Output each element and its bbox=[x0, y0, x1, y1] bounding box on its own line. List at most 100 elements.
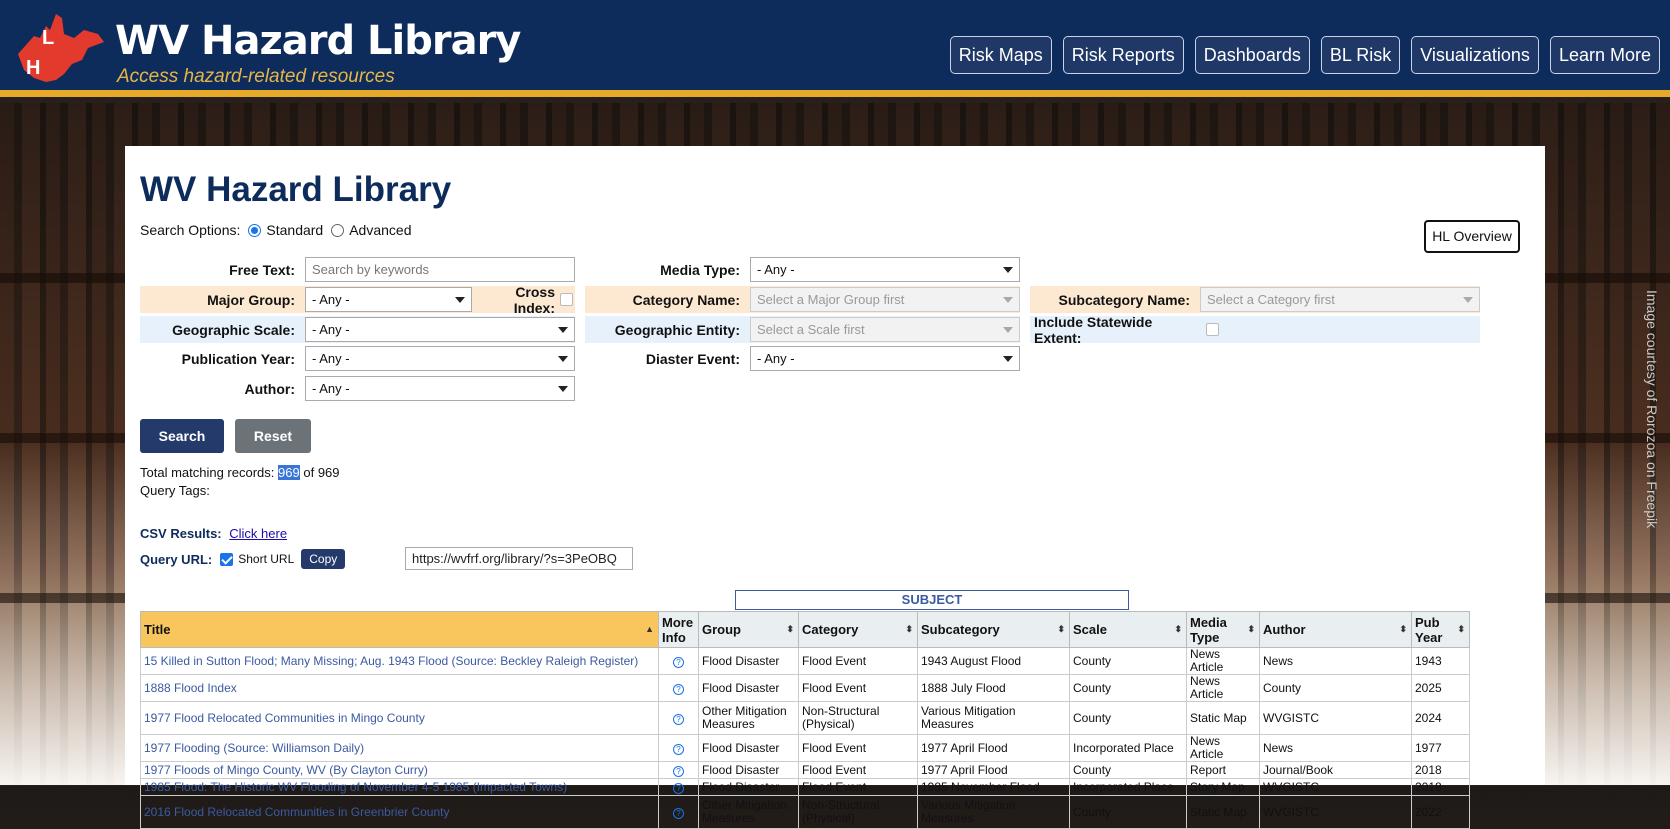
row-title-link[interactable]: 1977 Floods of Mingo County, WV (By Clay… bbox=[140, 761, 659, 779]
row-year: 2024 bbox=[1411, 701, 1470, 735]
col-media-type[interactable]: Media Type ⬍ bbox=[1186, 611, 1260, 648]
category-row: Category Name: Select a Major Group firs… bbox=[585, 286, 1020, 313]
search-options-label: Search Options: bbox=[140, 222, 241, 238]
geo-scale-select[interactable]: - Any - bbox=[305, 317, 575, 342]
author-select[interactable]: - Any - bbox=[305, 376, 575, 401]
free-text-input[interactable]: Search by keywords bbox=[305, 257, 575, 282]
row-scale: County bbox=[1069, 701, 1187, 735]
sort-asc-icon: ▲ bbox=[645, 624, 654, 634]
question-icon[interactable]: ? bbox=[673, 743, 684, 755]
chevron-down-icon bbox=[1463, 296, 1473, 303]
hl-overview-button[interactable]: HL Overview bbox=[1424, 220, 1520, 253]
row-title-link[interactable]: 1888 Flood Index bbox=[140, 674, 659, 702]
nav-dashboards[interactable]: Dashboards bbox=[1194, 36, 1310, 74]
row-title-link[interactable]: 1977 Flooding (Source: Williamson Daily) bbox=[140, 734, 659, 762]
media-type-label: Media Type: bbox=[660, 261, 740, 278]
advanced-radio[interactable] bbox=[331, 223, 345, 237]
chevron-down-icon bbox=[1003, 355, 1013, 362]
top-nav: Risk Maps Risk Reports Dashboards BL Ris… bbox=[949, 36, 1660, 74]
row-title-link[interactable]: 2016 Flood Relocated Communities in Gree… bbox=[140, 795, 659, 829]
sort-icon: ⬍ bbox=[905, 624, 913, 634]
question-icon[interactable]: ? bbox=[673, 782, 684, 794]
author-value: - Any - bbox=[312, 381, 350, 396]
question-icon[interactable]: ? bbox=[673, 713, 684, 725]
sort-icon: ⬍ bbox=[1399, 624, 1407, 634]
category-select[interactable]: Select a Major Group first bbox=[750, 287, 1020, 312]
search-button[interactable]: Search bbox=[140, 419, 224, 453]
cross-index-checkbox[interactable] bbox=[560, 293, 573, 306]
chevron-down-icon bbox=[1003, 266, 1013, 273]
row-subcategory: Various Mitigation Measures bbox=[917, 795, 1070, 829]
question-icon[interactable]: ? bbox=[673, 765, 684, 777]
col-group[interactable]: Group ⬍ bbox=[698, 611, 799, 648]
site-header: H L WV Hazard Library Access hazard-rela… bbox=[0, 0, 1670, 97]
row-subcategory: 1888 July Flood bbox=[917, 674, 1070, 702]
csv-results: CSV Results: Click here bbox=[140, 526, 287, 541]
more-info-cell: ? bbox=[658, 734, 699, 762]
major-group-value: - Any - bbox=[312, 292, 350, 307]
nav-risk-maps[interactable]: Risk Maps bbox=[949, 36, 1052, 74]
standard-label[interactable]: Standard bbox=[266, 222, 323, 238]
row-title-link[interactable]: 1985 Flood: The Historic WV Flooding of … bbox=[140, 778, 659, 796]
table-row: 1977 Flooding (Source: Williamson Daily)… bbox=[140, 734, 1470, 762]
more-info-cell: ? bbox=[658, 674, 699, 702]
question-icon[interactable]: ? bbox=[673, 656, 684, 668]
csv-link[interactable]: Click here bbox=[229, 526, 287, 541]
row-title-link[interactable]: 15 Killed in Sutton Flood; Many Missing;… bbox=[140, 647, 659, 675]
more-info-cell: ? bbox=[658, 761, 699, 779]
col-media-type-label: Media Type bbox=[1190, 614, 1227, 645]
table-row: 2016 Flood Relocated Communities in Gree… bbox=[140, 795, 1470, 829]
col-pub-year[interactable]: Pub Year ⬍ bbox=[1411, 611, 1470, 648]
author-row: Author: - Any - bbox=[140, 375, 575, 402]
geo-entity-select[interactable]: Select a Scale first bbox=[750, 317, 1020, 342]
row-subcategory: 1977 April Flood bbox=[917, 761, 1070, 779]
col-more-info: More Info bbox=[658, 611, 699, 648]
wv-logo-icon[interactable]: H L bbox=[12, 8, 108, 90]
media-type-select[interactable]: - Any - bbox=[750, 257, 1020, 282]
row-author: WVGISTC bbox=[1259, 778, 1412, 796]
standard-radio[interactable] bbox=[248, 223, 262, 237]
row-group: Flood Disaster bbox=[698, 761, 799, 779]
nav-learn-more[interactable]: Learn More bbox=[1549, 36, 1660, 74]
cross-index-label: Cross Index: bbox=[513, 283, 555, 316]
col-subcategory-label: Subcategory bbox=[921, 622, 1000, 637]
row-title-link[interactable]: 1977 Flood Relocated Communities in Ming… bbox=[140, 701, 659, 735]
col-category[interactable]: Category ⬍ bbox=[798, 611, 918, 648]
row-scale: County bbox=[1069, 674, 1187, 702]
col-title-label: Title bbox=[144, 622, 171, 637]
brand-title[interactable]: WV Hazard Library bbox=[115, 18, 521, 64]
col-title[interactable]: Title ▲ bbox=[140, 611, 659, 648]
record-count-total: of 969 bbox=[303, 465, 340, 480]
query-url-field[interactable]: https://wvfrf.org/library/?s=3PeOBQ bbox=[405, 547, 633, 570]
advanced-label[interactable]: Advanced bbox=[349, 222, 411, 238]
page-title: WV Hazard Library bbox=[140, 170, 452, 209]
svg-text:L: L bbox=[42, 27, 54, 49]
statewide-checkbox[interactable] bbox=[1206, 323, 1219, 336]
question-icon[interactable]: ? bbox=[673, 683, 684, 695]
pub-year-row: Publication Year: - Any - bbox=[140, 345, 575, 372]
col-scale[interactable]: Scale ⬍ bbox=[1069, 611, 1187, 648]
reset-button[interactable]: Reset bbox=[235, 419, 311, 453]
pub-year-select[interactable]: - Any - bbox=[305, 346, 575, 371]
nav-risk-reports[interactable]: Risk Reports bbox=[1062, 36, 1184, 74]
row-author: WVGISTC bbox=[1259, 795, 1412, 829]
geo-scale-row: Geographic Scale: - Any - bbox=[140, 316, 575, 343]
copy-button[interactable]: Copy bbox=[301, 549, 346, 569]
major-group-select[interactable]: - Any - bbox=[305, 287, 472, 312]
col-subcategory[interactable]: Subcategory ⬍ bbox=[917, 611, 1070, 648]
media-type-row: Media Type: - Any - bbox=[585, 256, 1020, 283]
nav-visualizations[interactable]: Visualizations bbox=[1411, 36, 1539, 74]
row-author: County bbox=[1259, 674, 1412, 702]
col-pub-year-label: Pub Year bbox=[1415, 614, 1443, 645]
question-icon[interactable]: ? bbox=[673, 807, 684, 819]
row-scale: County bbox=[1069, 647, 1187, 675]
subcategory-select[interactable]: Select a Category first bbox=[1200, 287, 1480, 312]
col-author[interactable]: Author ⬍ bbox=[1259, 611, 1412, 648]
subject-header: SUBJECT bbox=[735, 590, 1129, 610]
short-url-checkbox[interactable] bbox=[220, 552, 234, 566]
free-text-label: Free Text: bbox=[229, 261, 295, 278]
subcategory-label: Subcategory Name: bbox=[1058, 291, 1190, 308]
disaster-select[interactable]: - Any - bbox=[750, 346, 1020, 371]
row-year: 1943 bbox=[1411, 647, 1470, 675]
nav-bl-risk[interactable]: BL Risk bbox=[1320, 36, 1401, 74]
